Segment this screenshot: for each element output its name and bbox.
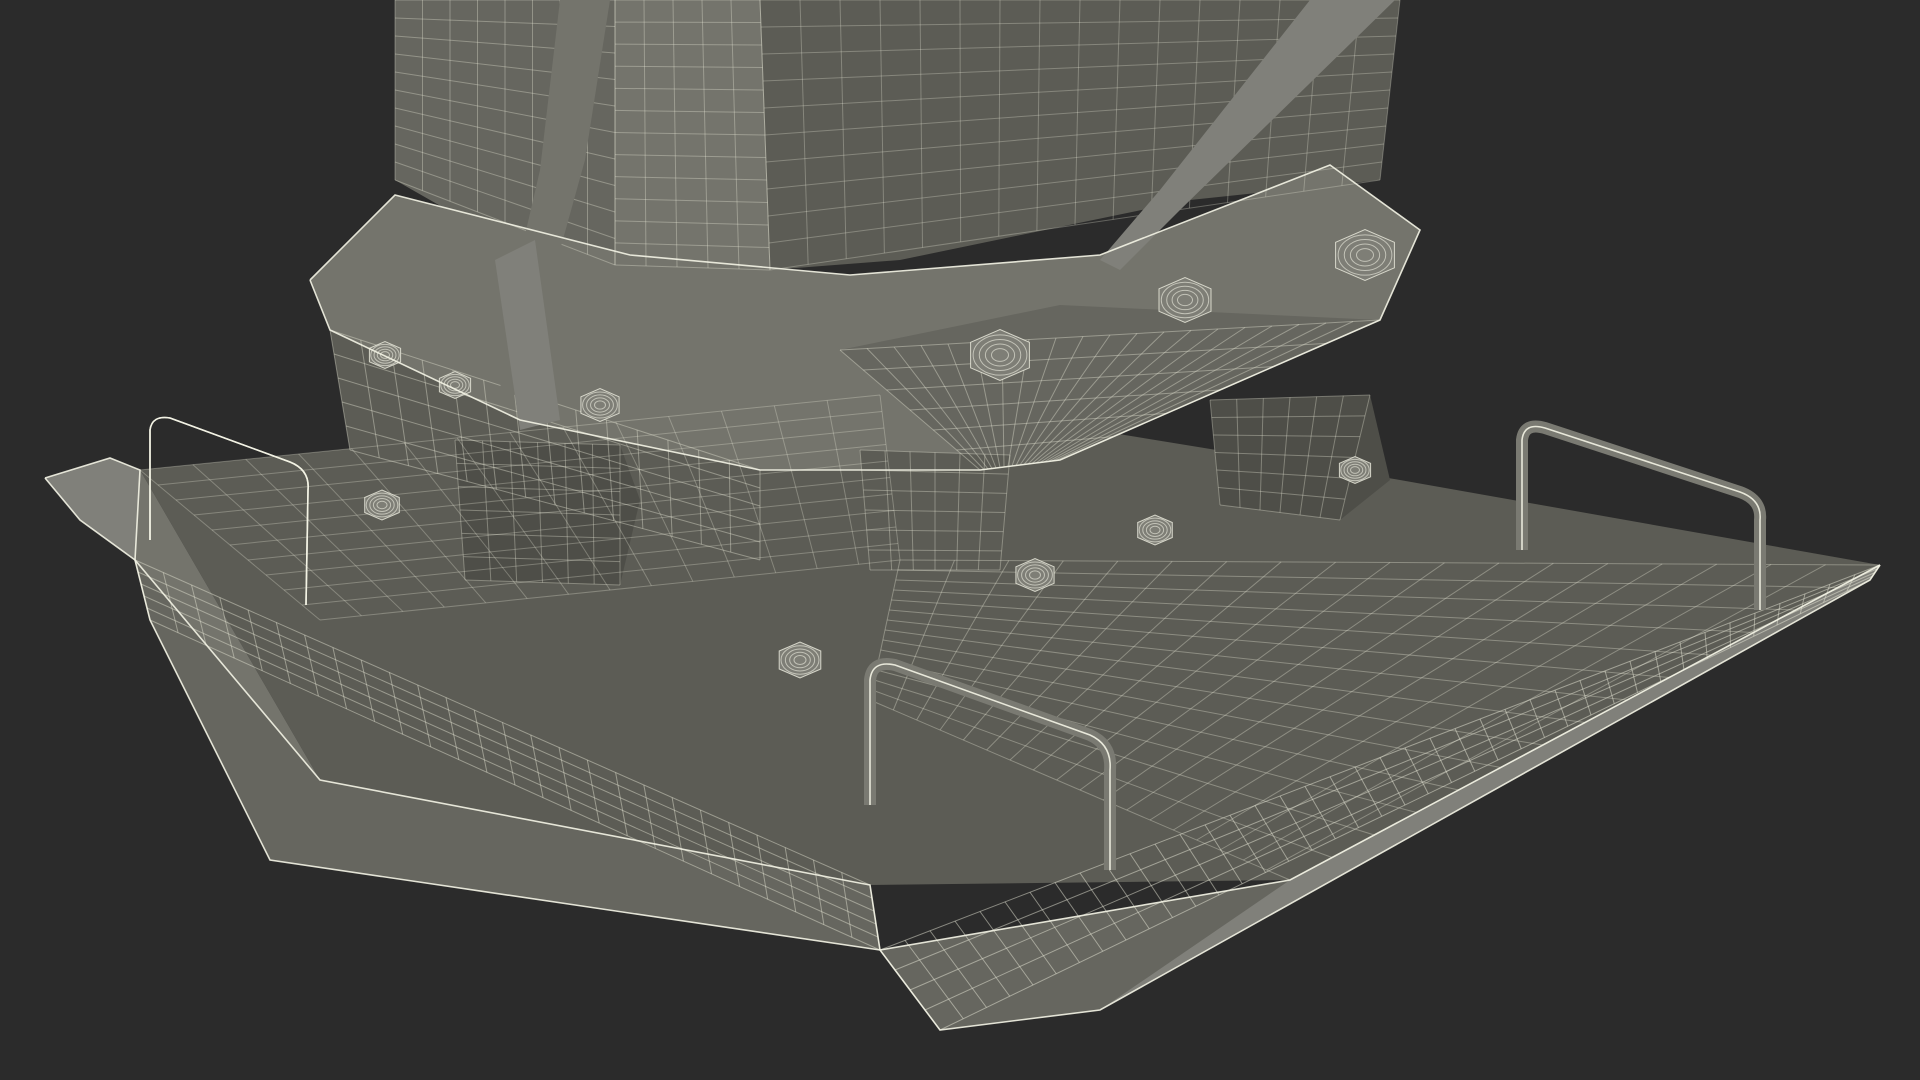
render-viewport: [0, 0, 1920, 1080]
wireframe-render: [44, 0, 1881, 1031]
